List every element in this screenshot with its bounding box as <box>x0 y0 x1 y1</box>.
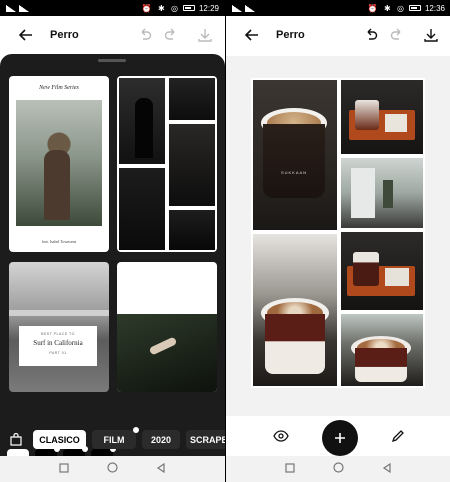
redo-icon[interactable] <box>387 25 407 45</box>
photo-coffee-cup-2[interactable] <box>253 234 337 386</box>
undo-icon[interactable] <box>135 25 155 45</box>
signal-icons <box>232 4 255 12</box>
template-photo <box>169 210 215 250</box>
status-icons: ⏰ ✱ ◎ <box>141 3 180 13</box>
signal-icons <box>6 4 29 12</box>
page-title: Perro <box>50 29 79 41</box>
photo-coffee-cup-1[interactable]: SUKKAAN <box>253 80 337 230</box>
chip-label: CLASICO <box>39 434 80 445</box>
editor-toolbar <box>226 420 450 456</box>
category-chip-clasico[interactable]: CLASICO <box>33 430 86 449</box>
chip-label: 2020 <box>150 434 172 445</box>
eye-icon[interactable] <box>272 429 289 447</box>
template-photo <box>169 124 215 206</box>
recents-icon[interactable] <box>285 460 295 478</box>
template-surf[interactable]: BEST PLACE TO Surf in California PART 01 <box>9 262 109 392</box>
arrow-left-icon[interactable] <box>16 25 36 45</box>
cup-brand: SUKKAAN <box>280 170 308 175</box>
pencil-icon[interactable] <box>391 429 405 448</box>
add-button[interactable] <box>321 420 358 456</box>
undo-icon[interactable] <box>361 25 381 45</box>
plus-icon <box>334 433 345 443</box>
home-icon[interactable] <box>333 460 344 478</box>
template-part: PART 01 <box>49 351 67 355</box>
redo-icon[interactable] <box>161 25 181 45</box>
template-photo <box>119 168 165 250</box>
status-time: 12:36 <box>424 3 445 13</box>
template-dark-grid[interactable] <box>117 76 217 252</box>
download-icon[interactable] <box>195 25 215 45</box>
sheet-handle[interactable] <box>98 59 126 62</box>
photo-coffee-cup-3[interactable] <box>341 314 423 386</box>
app-bar: Perro <box>226 16 450 54</box>
category-chip-2020[interactable]: 2020 <box>142 430 180 449</box>
download-icon[interactable] <box>421 25 441 45</box>
home-icon[interactable] <box>107 460 118 478</box>
status-bar: ⏰ ✱ ◎ 12:36 <box>226 0 450 16</box>
page-title: Perro <box>276 29 305 41</box>
back-nav-icon[interactable] <box>156 460 166 478</box>
chip-label: SCRAPBO <box>190 434 225 445</box>
status-icons: ⏰ ✱ ◎ <box>367 3 406 13</box>
template-kicker: BEST PLACE TO <box>41 332 75 336</box>
template-title: New Film Series <box>39 85 79 91</box>
template-photo <box>117 314 217 392</box>
template-grass[interactable] <box>117 262 217 392</box>
template-caption: feat. Isabel Townsens <box>41 239 77 244</box>
left-screen: ⏰ ✱ ◎ 12:29 Perro New Film Series feat. … <box>0 0 225 482</box>
template-photo <box>16 100 102 226</box>
bag-icon[interactable] <box>7 430 25 448</box>
photo-coffee-tray-1[interactable] <box>341 80 423 154</box>
category-chip-film[interactable]: FILM <box>92 427 139 449</box>
editor-canvas: SUKKAAN <box>226 56 450 416</box>
battery-icon <box>182 5 195 11</box>
new-dot <box>133 427 139 433</box>
recents-icon[interactable] <box>59 460 69 478</box>
app-bar: Perro <box>0 16 225 54</box>
arrow-left-icon[interactable] <box>242 25 262 45</box>
right-screen: ⏰ ✱ ◎ 12:36 Perro SUKKAAN <box>226 0 450 482</box>
template-card: BEST PLACE TO Surf in California PART 01 <box>19 326 97 366</box>
system-nav-bar <box>0 456 225 482</box>
system-nav-bar <box>226 456 450 482</box>
template-title: Surf in California <box>33 339 83 347</box>
photo-coffee-tray-2[interactable] <box>341 232 423 310</box>
back-nav-icon[interactable] <box>382 460 392 478</box>
collage: SUKKAAN <box>251 78 425 388</box>
template-film-series[interactable]: New Film Series feat. Isabel Townsens <box>9 76 109 252</box>
photo-cafe-window[interactable] <box>341 158 423 228</box>
battery-icon <box>408 5 421 11</box>
template-photo <box>119 78 165 164</box>
chip-label: FILM <box>103 434 125 445</box>
template-photo <box>169 78 215 120</box>
status-time: 12:29 <box>198 3 219 13</box>
template-sheet: New Film Series feat. Isabel Townsens BE… <box>0 54 225 471</box>
status-bar: ⏰ ✱ ◎ 12:29 <box>0 0 225 16</box>
category-chip-scrapbook[interactable]: SCRAPBO <box>186 430 225 449</box>
